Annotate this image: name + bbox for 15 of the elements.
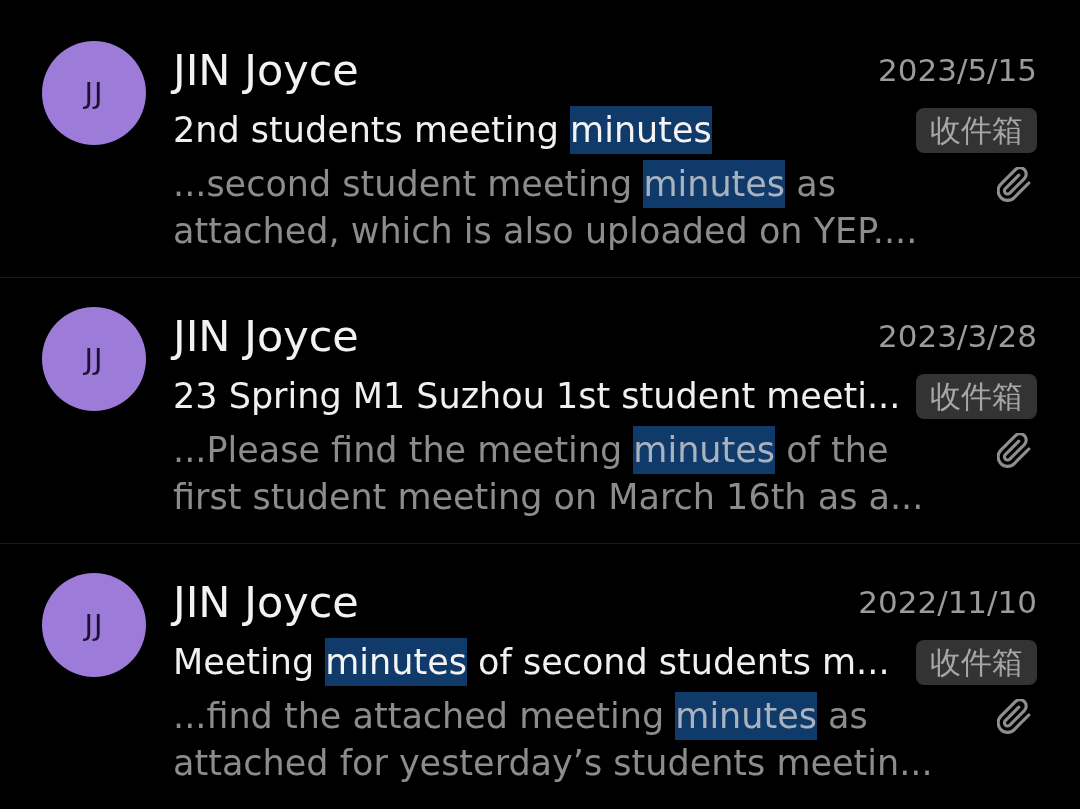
message-preview: ...second student meeting minutes as attached, which is also uploaded on YEP....	[173, 161, 948, 255]
folder-tag: 收件箱	[916, 639, 1037, 685]
avatar: JJ	[42, 307, 146, 411]
avatar: JJ	[42, 41, 146, 145]
message-subject: 2nd students meeting minutes	[173, 106, 712, 154]
message-preview: ...find the attached meeting minutes as attached for yesterday’s students meetin...	[173, 693, 948, 787]
message-date: 2022/11/10	[858, 583, 1037, 622]
folder-tag: 收件箱	[916, 373, 1037, 419]
folder-tag: 收件箱	[916, 107, 1037, 153]
message-date: 2023/3/28	[878, 317, 1037, 356]
message-preview: ...Please find the meeting minutes of the first student meeting on March 16th as a...	[173, 427, 948, 521]
message-date: 2023/5/15	[878, 51, 1037, 90]
message-subject: Meeting minutes of second students m...	[173, 638, 890, 686]
avatar: JJ	[42, 573, 146, 677]
message-subject: 23 Spring M1 Suzhou 1st student meeti...	[173, 375, 901, 418]
